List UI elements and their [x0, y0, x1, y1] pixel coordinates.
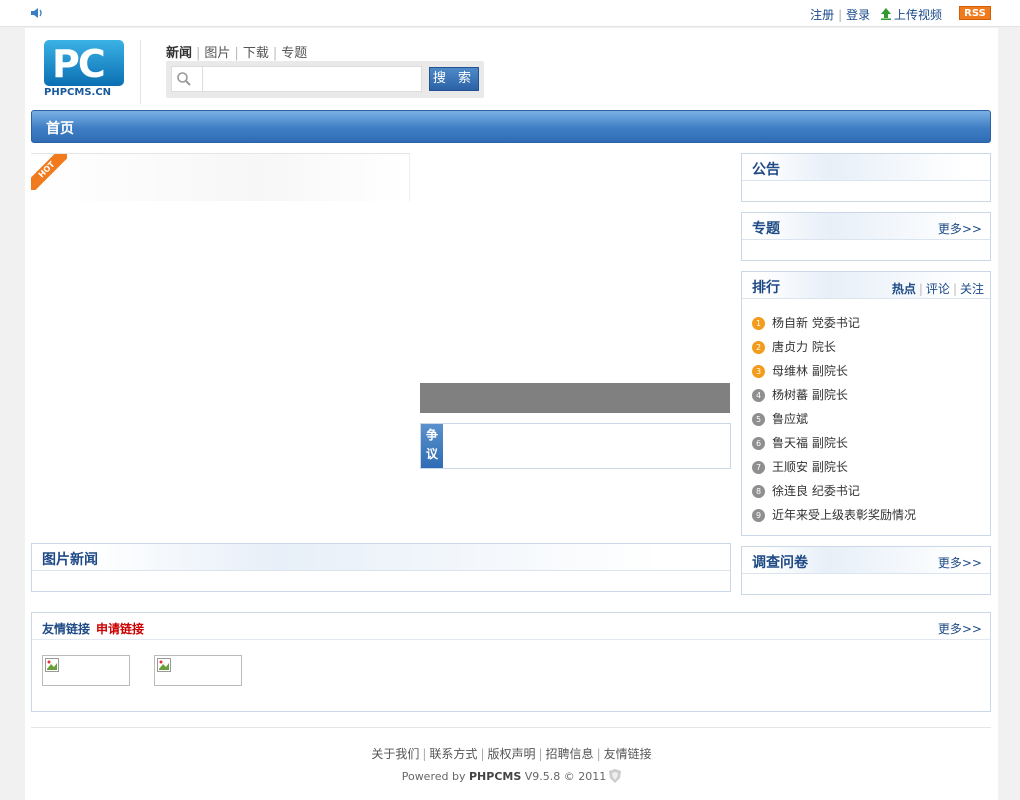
friend-links-header: 友情链接 申请链接 更多>>: [32, 613, 990, 640]
debate-box: 争议: [420, 423, 731, 469]
rank-number-badge: 9: [752, 509, 765, 522]
friend-links-box: 友情链接 申请链接 更多>>: [31, 612, 991, 712]
picture-news-title[interactable]: 图片新闻: [42, 549, 98, 569]
ranking-item[interactable]: 4 杨树蕃 副院长: [752, 383, 990, 407]
ranking-item[interactable]: 2 唐贞力 院长: [752, 335, 990, 359]
footer-links: 关于我们 | 联系方式 | 版权声明 | 招聘信息 | 友情链接: [371, 747, 652, 761]
ranking-item[interactable]: 5 鲁应斌: [752, 407, 990, 431]
footer-link-copyright[interactable]: 版权声明: [487, 747, 535, 761]
search-tab-downloads[interactable]: 下载: [243, 46, 269, 61]
rank-number-badge: 8: [752, 485, 765, 498]
ranking-item-text[interactable]: 母维林 副院长: [772, 364, 848, 378]
broken-image-icon: [45, 658, 59, 672]
ranking-item-text[interactable]: 杨树蕃 副院长: [772, 388, 848, 402]
ranking-box: 排行 热点 | 评论 | 关注 1 杨自新 党委书记 2 唐贞力 院长 3 母维林 副院长 4 杨树蕃…: [741, 271, 991, 536]
ranking-item[interactable]: 3 母维林 副院长: [752, 359, 990, 383]
footer-link-jobs[interactable]: 招聘信息: [546, 747, 594, 761]
top-bar: 注册 | 登录 上传视频 RSS: [0, 0, 1020, 27]
ranking-item-text[interactable]: 唐贞力 院长: [772, 340, 836, 354]
search-tab-topics[interactable]: 专题: [281, 46, 307, 61]
survey-more-link[interactable]: 更多>>: [938, 554, 982, 571]
ranking-item-text[interactable]: 鲁天福 副院长: [772, 436, 848, 450]
top-links: 注册 | 登录 上传视频: [810, 8, 942, 22]
powered-brand[interactable]: PHPCMS: [469, 770, 521, 783]
logo-text: PHPCMS.CN: [44, 87, 112, 98]
upload-icon[interactable]: [880, 8, 892, 20]
hot-news-box: HOT: [31, 153, 410, 201]
friend-links-title: 友情链接 申请链接: [42, 622, 145, 636]
survey-box: 调查问卷 更多>>: [741, 546, 991, 595]
notice-title[interactable]: 公告: [752, 159, 780, 179]
ranking-item[interactable]: 9 近年来受上级表彰奖励情况: [752, 503, 990, 527]
ranking-item[interactable]: 8 徐连良 纪委书记: [752, 479, 990, 503]
topics-box: 专题 更多>>: [741, 212, 991, 261]
upload-video-link[interactable]: 上传视频: [894, 8, 942, 22]
ranking-item-text[interactable]: 鲁应斌: [772, 412, 808, 426]
ranking-item[interactable]: 7 王顺安 副院长: [752, 455, 990, 479]
search-box: 搜 索: [166, 61, 484, 98]
header-divider: [140, 40, 141, 104]
ranking-header: 排行 热点 | 评论 | 关注: [742, 272, 990, 299]
login-link[interactable]: 登录: [846, 8, 870, 22]
ranking-item-text[interactable]: 徐连良 纪委书记: [772, 484, 860, 498]
rank-number-badge: 2: [752, 341, 765, 354]
shield-icon: [609, 769, 622, 783]
slideshow-caption-bar: [420, 383, 730, 413]
rank-number-badge: 3: [752, 365, 765, 378]
topics-more-link[interactable]: 更多>>: [938, 220, 982, 237]
ranking-item-text[interactable]: 杨自新 党委书记: [772, 316, 860, 330]
survey-header: 调查问卷 更多>>: [742, 547, 990, 574]
ranking-tab-comments[interactable]: 评论: [926, 282, 950, 296]
search-button[interactable]: 搜 索: [429, 67, 479, 91]
nav-home[interactable]: 首页: [46, 118, 74, 138]
search-input[interactable]: [202, 66, 422, 92]
debate-label: 争议: [421, 424, 443, 468]
main-nav: 首页: [31, 110, 991, 143]
friend-links-more[interactable]: 更多>>: [938, 620, 982, 637]
topics-header: 专题 更多>>: [742, 213, 990, 240]
picture-news-header: 图片新闻: [32, 544, 730, 571]
picture-news-box: 图片新闻: [31, 543, 731, 592]
powered-by: Powered by PHPCMS V9.5.8 © 2011: [25, 769, 998, 783]
speaker-icon[interactable]: [30, 6, 44, 20]
notice-header: 公告: [742, 154, 990, 181]
ranking-tab-follow[interactable]: 关注: [960, 282, 984, 296]
main-container: PC PHPCMS.CN 新闻 | 图片 | 下载 | 专题 搜 索 首页 HOT 争议 图: [25, 28, 998, 800]
rank-number-badge: 4: [752, 389, 765, 402]
search-icon: [177, 72, 191, 86]
rss-button[interactable]: RSS: [959, 6, 991, 20]
apply-link[interactable]: 申请链接: [96, 622, 144, 636]
ranking-item[interactable]: 6 鲁天福 副院长: [752, 431, 990, 455]
ranking-item[interactable]: 1 杨自新 党委书记: [752, 311, 990, 335]
search-tabs: 新闻 | 图片 | 下载 | 专题: [166, 46, 308, 61]
footer-link-contact[interactable]: 联系方式: [429, 747, 477, 761]
rank-number-badge: 7: [752, 461, 765, 474]
search-tab-pictures[interactable]: 图片: [204, 46, 230, 61]
friend-link-image[interactable]: [154, 655, 242, 686]
ranking-tab-hot[interactable]: 热点: [892, 282, 916, 296]
survey-title[interactable]: 调查问卷: [752, 552, 808, 572]
search-tab-news[interactable]: 新闻: [166, 46, 192, 61]
broken-image-icon: [157, 658, 171, 672]
ranking-title: 排行: [752, 280, 780, 296]
footer-link-friends[interactable]: 友情链接: [604, 747, 652, 761]
ranking-item-text[interactable]: 王顺安 副院长: [772, 460, 848, 474]
friend-link-image[interactable]: [42, 655, 130, 686]
logo-mark: PC: [44, 40, 124, 86]
notice-box: 公告: [741, 153, 991, 202]
rank-number-badge: 6: [752, 437, 765, 450]
footer-link-about[interactable]: 关于我们: [371, 747, 419, 761]
rank-number-badge: 5: [752, 413, 765, 426]
ranking-item-text[interactable]: 近年来受上级表彰奖励情况: [772, 508, 916, 522]
hot-badge: HOT: [31, 154, 67, 190]
topics-title[interactable]: 专题: [752, 218, 780, 238]
footer-divider: [31, 727, 991, 728]
register-link[interactable]: 注册: [810, 8, 834, 22]
ranking-tabs: 热点 | 评论 | 关注: [891, 282, 984, 296]
site-logo[interactable]: PC PHPCMS.CN: [44, 40, 124, 98]
ranking-list: 1 杨自新 党委书记 2 唐贞力 院长 3 母维林 副院长 4 杨树蕃 副院长 5 鲁应斌 6 鲁天福…: [742, 299, 990, 527]
rank-number-badge: 1: [752, 317, 765, 330]
